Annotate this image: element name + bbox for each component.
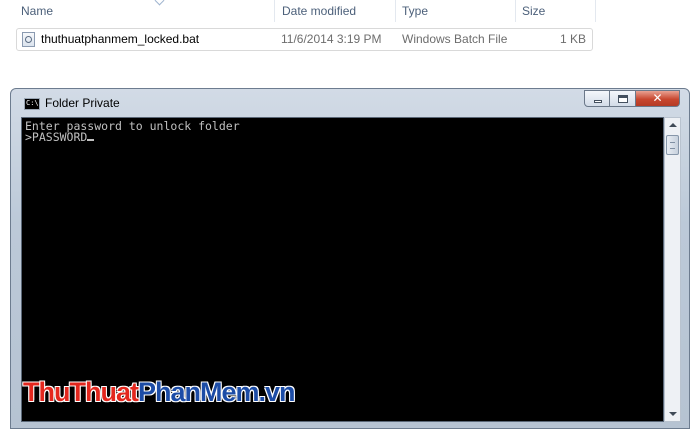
scroll-up-arrow-icon[interactable] <box>665 118 680 133</box>
window-title: Folder Private <box>45 96 120 110</box>
watermark-part-3: PhanMem <box>137 377 260 407</box>
file-row[interactable]: thuthuatphanmem_locked.bat 11/6/2014 3:1… <box>16 28 593 51</box>
explorer-file-list: Name Date modified Type Size thuthuatpha… <box>0 0 698 90</box>
file-name: thuthuatphanmem_locked.bat <box>41 32 200 46</box>
window-controls: ✕ <box>584 90 680 108</box>
column-header-bar: Name Date modified Type Size <box>0 0 698 22</box>
console-line-prompt: Enter password to unlock folder <box>25 119 240 133</box>
watermark-part-1: Thu <box>23 377 70 407</box>
column-header-type-label: Type <box>402 4 429 18</box>
column-header-type[interactable]: Type <box>396 0 516 22</box>
batch-file-icon <box>22 32 35 47</box>
maximize-button[interactable] <box>610 90 636 107</box>
console-app-icon[interactable]: C:\ <box>24 98 40 110</box>
column-header-name[interactable]: Name <box>15 0 275 22</box>
minimize-button[interactable] <box>584 90 610 107</box>
column-header-size[interactable]: Size <box>516 0 596 22</box>
text-cursor <box>87 139 95 141</box>
vertical-scrollbar[interactable] <box>664 117 681 422</box>
scroll-thumb[interactable] <box>666 135 679 155</box>
close-icon: ✕ <box>652 91 663 105</box>
file-date-modified: 11/6/2014 3:19 PM <box>281 32 382 46</box>
password-input-text: >PASSWORD <box>25 130 88 144</box>
scroll-down-arrow-icon[interactable] <box>665 406 680 421</box>
column-header-date[interactable]: Date modified <box>276 0 396 22</box>
site-watermark: ThuThuatPhanMem.vn <box>23 377 296 408</box>
console-titlebar[interactable]: C:\ Folder Private ✕ <box>11 89 689 117</box>
console-line-input: >PASSWORD <box>25 130 663 144</box>
file-type: Windows Batch File <box>402 32 508 46</box>
file-size: 1 KB <box>559 32 586 46</box>
watermark-part-2: Thuat <box>69 377 138 407</box>
close-button[interactable]: ✕ <box>636 90 680 107</box>
sort-arrow-icon <box>154 0 165 6</box>
watermark-part-4: .vn <box>258 377 296 407</box>
column-header-date-label: Date modified <box>282 4 357 18</box>
column-header-size-label: Size <box>522 4 546 18</box>
column-header-name-label: Name <box>21 4 54 18</box>
